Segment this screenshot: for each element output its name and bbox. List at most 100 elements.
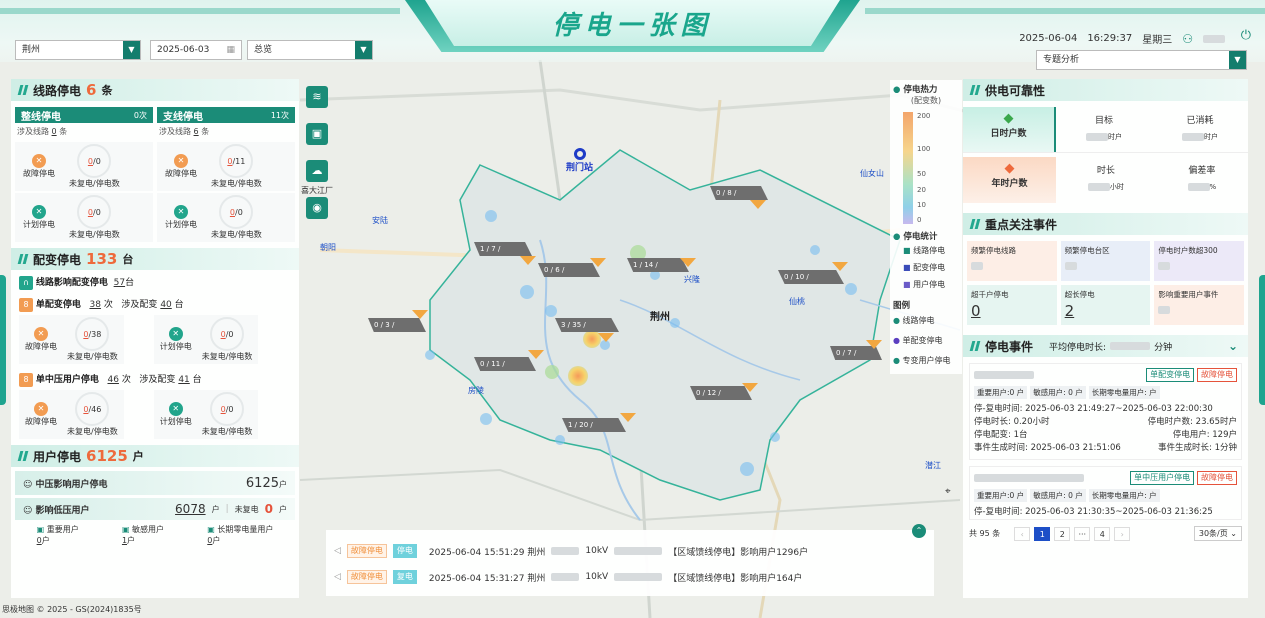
location-button[interactable]: ◉ xyxy=(306,197,328,219)
line-outage-title: 线路停电 6 条 xyxy=(11,79,299,101)
header-status: 2025-06-04 16:29:37 星期三 ⚇ xyxy=(1019,31,1225,46)
collapse-icon[interactable]: ⌃ xyxy=(912,524,926,538)
layers-button[interactable]: ≋ xyxy=(306,86,328,108)
chevron-down-icon: ▼ xyxy=(355,41,372,59)
page-button[interactable]: 2 xyxy=(1054,526,1071,541)
city-label: 仙桃 xyxy=(789,297,805,306)
alert-ticker: ⌃ ◁ 故障停电 停电 2025-06-04 15:51:29 荆州 10kV 【区… xyxy=(326,524,934,596)
focus-grid: 频繁停电线路 频繁停电台区 停电时户数超300 超千户停电 0 超长停电 2 影响重… xyxy=(963,235,1248,331)
truck-icon: ▣ xyxy=(311,127,323,140)
outage-events-title: 停电事件 平均停电时长: 分钟 ⌄ xyxy=(963,335,1248,357)
reliability-title: 供电可靠性 xyxy=(963,79,1248,101)
user-icon[interactable]: ⚇ xyxy=(1182,32,1193,46)
city-label: 朝阳 xyxy=(320,243,336,252)
focus-card[interactable]: 超长停电 2 xyxy=(1060,285,1151,325)
heat-icon: ● xyxy=(893,85,901,95)
focus-card[interactable]: 频繁停电台区 xyxy=(1060,241,1151,281)
map-label: 喜大江厂 xyxy=(301,186,333,195)
focus-events-title: 重点关注事件 xyxy=(963,213,1248,235)
chevron-down-icon: ▼ xyxy=(1229,51,1246,69)
user-types-row: ▣ 重要用户 0户 ▣ 敏感用户 1户 ▣ 长期零电量用户 0户 xyxy=(36,525,274,545)
pin-icon: ● xyxy=(893,316,900,325)
weather-button[interactable]: ☁ xyxy=(306,160,328,182)
event-item[interactable]: 单中压用户停电 故障停电 重要用户:0 户敏感用户: 0 户长期零电量用户: 户… xyxy=(969,466,1242,520)
pin-icon: ◉ xyxy=(312,201,322,214)
right-panel-toggle[interactable] xyxy=(1259,275,1265,405)
map-stat-card[interactable]: 0 / 8 / xyxy=(710,186,768,200)
chevron-down-icon: ▼ xyxy=(123,41,140,59)
line-affect-row: ∩ 线路影响配变停电 57台 xyxy=(11,270,299,295)
important-user-icon: ▣ xyxy=(36,525,45,534)
page-button[interactable]: 4 xyxy=(1094,526,1111,541)
analysis-select[interactable]: 专题分析 ▼ xyxy=(1036,50,1247,70)
prev-page-button[interactable]: ‹ xyxy=(1014,526,1031,541)
zero-usage-icon: ▣ xyxy=(207,525,215,534)
map-attribution: 思极地图 © 2025 - GS(2024)1835号 xyxy=(2,605,142,614)
map-stat-card[interactable]: 0 / 10 / xyxy=(778,270,844,284)
alert-row[interactable]: ◁ 故障停电 复电 2025-06-04 15:31:27 荆州 10kV 【区域馈… xyxy=(326,558,934,584)
focus-card[interactable]: 影响重要用户事件 xyxy=(1154,285,1244,325)
left-panel-toggle[interactable] xyxy=(0,275,6,405)
day-hh-icon: ◆ xyxy=(1003,111,1014,126)
focus-card[interactable]: 超千户停电 0 xyxy=(967,285,1057,325)
lv-affect-row: ☺ 影响低压用户 6078 户 | 未复电 0 户 xyxy=(15,498,295,520)
pagination: 共 95 条 ‹ 1 2 ··· 4 › 30条/页 ⌄ xyxy=(963,520,1248,547)
scope-select[interactable]: 总览 ▼ xyxy=(247,40,373,60)
map-legend: ● 停电热力 (配变数) 200 100 50 20 10 0 ● 停电统计 ■ 线路停电… xyxy=(890,80,962,374)
transformer-outage-title: 配变停电 133 台 xyxy=(11,248,299,270)
expand-icon[interactable]: ⌄ xyxy=(1228,339,1238,353)
city-label: 房陵 xyxy=(468,386,484,395)
repair-icon: ✕ xyxy=(34,402,48,416)
date-picker[interactable]: 2025-06-03 ▦ xyxy=(150,40,242,60)
power-icon[interactable]: ⏻ xyxy=(1241,28,1251,43)
legend-item[interactable]: ■ 配变停电 xyxy=(903,259,959,276)
day-hh-tab[interactable]: ◆ 日时户数 xyxy=(963,107,1056,152)
city-label: 兴隆 xyxy=(684,275,700,284)
map-stat-card[interactable]: 1 / 20 / xyxy=(562,418,626,432)
map-stat-card[interactable]: 3 / 35 / xyxy=(555,318,619,332)
event-item[interactable]: 单配变停电 故障停电 重要用户:0 户敏感用户: 0 户长期零电量用户: 户 停… xyxy=(969,363,1242,460)
legend-item[interactable]: ■ 线路停电 xyxy=(903,242,959,259)
legend-item[interactable]: ● 专变用户停电 xyxy=(893,351,959,371)
map-stat-card[interactable]: 0 / 11 / xyxy=(474,357,536,371)
whole-line-card: 整线停电 0次 涉及线路 0 条 ✕ 故障停电 0/0 未复电/停电数 ✕ 计划停电 0… xyxy=(15,107,153,242)
legend-item[interactable]: ● 线路停电 xyxy=(893,311,959,331)
heat-scale-bar xyxy=(903,112,913,224)
city-select[interactable]: 荆州 ▼ xyxy=(15,40,141,60)
single-transformer-card: 8 单配变停电 38 次 涉及配变 40 台 ✕ 故障停电 0/38 未复电/停电数… xyxy=(11,295,299,366)
user-group-icon: ☺ xyxy=(23,479,33,490)
year-hh-icon: ◆ xyxy=(1004,161,1015,176)
alert-row[interactable]: ◁ 故障停电 停电 2025-06-04 15:51:29 荆州 10kV 【区域馈… xyxy=(326,530,934,558)
year-hh-tab[interactable]: ◆ 年时户数 xyxy=(963,157,1056,203)
city-label: 安陆 xyxy=(372,216,388,225)
mv-affect-row: ☺ 中压影响用户停电 6125户 xyxy=(15,471,295,495)
speaker-icon: ◁ xyxy=(334,546,341,556)
plan-icon: ✕ xyxy=(168,402,183,416)
city-label: 潜江 xyxy=(925,461,941,470)
page-size-select[interactable]: 30条/页 ⌄ xyxy=(1193,526,1242,541)
left-panel: 线路停电 6 条 整线停电 0次 涉及线路 0 条 ✕ 故障停电 0/0 未复电/停电数 … xyxy=(11,79,299,598)
repair-icon: ✕ xyxy=(34,327,48,341)
locate-icon[interactable]: ⌖ xyxy=(945,486,951,497)
legend-item[interactable]: ■ 用户停电 xyxy=(903,276,959,293)
next-page-button[interactable]: › xyxy=(1114,526,1131,541)
vehicle-button[interactable]: ▣ xyxy=(306,123,328,145)
station-marker[interactable]: 荆门站 xyxy=(566,148,593,173)
branch-line-card: 支线停电 11次 涉及线路 6 条 ✕ 故障停电 0/11 未复电/停电数 ✕ 计划停电… xyxy=(157,107,295,242)
weekday: 星期三 xyxy=(1142,35,1173,46)
map-stat-card[interactable]: 0 / 3 / xyxy=(368,318,426,332)
map-stat-card[interactable]: 1 / 7 / xyxy=(474,242,532,256)
plan-icon: ✕ xyxy=(32,205,46,219)
page-button[interactable]: ··· xyxy=(1074,526,1091,541)
current-date: 2025-06-04 xyxy=(1019,33,1078,44)
right-panel: 供电可靠性 ◆ 日时户数 目标 时户 已消耗 时户 ◆ 年时户数 时长 小时 偏差率%… xyxy=(963,79,1248,598)
user-outage-title: 用户停电 6125 户 xyxy=(11,445,299,467)
focus-card[interactable]: 停电时户数超300 xyxy=(1154,241,1244,281)
pin-icon: ● xyxy=(893,336,900,345)
focus-card[interactable]: 频繁停电线路 xyxy=(967,241,1057,281)
city-label: 仙女山 xyxy=(860,169,884,178)
page-button[interactable]: 1 xyxy=(1034,526,1051,541)
current-time: 16:29:37 xyxy=(1087,33,1133,44)
legend-item[interactable]: ● 单配变停电 xyxy=(893,331,959,351)
total-count: 共 95 条 xyxy=(969,529,1001,538)
